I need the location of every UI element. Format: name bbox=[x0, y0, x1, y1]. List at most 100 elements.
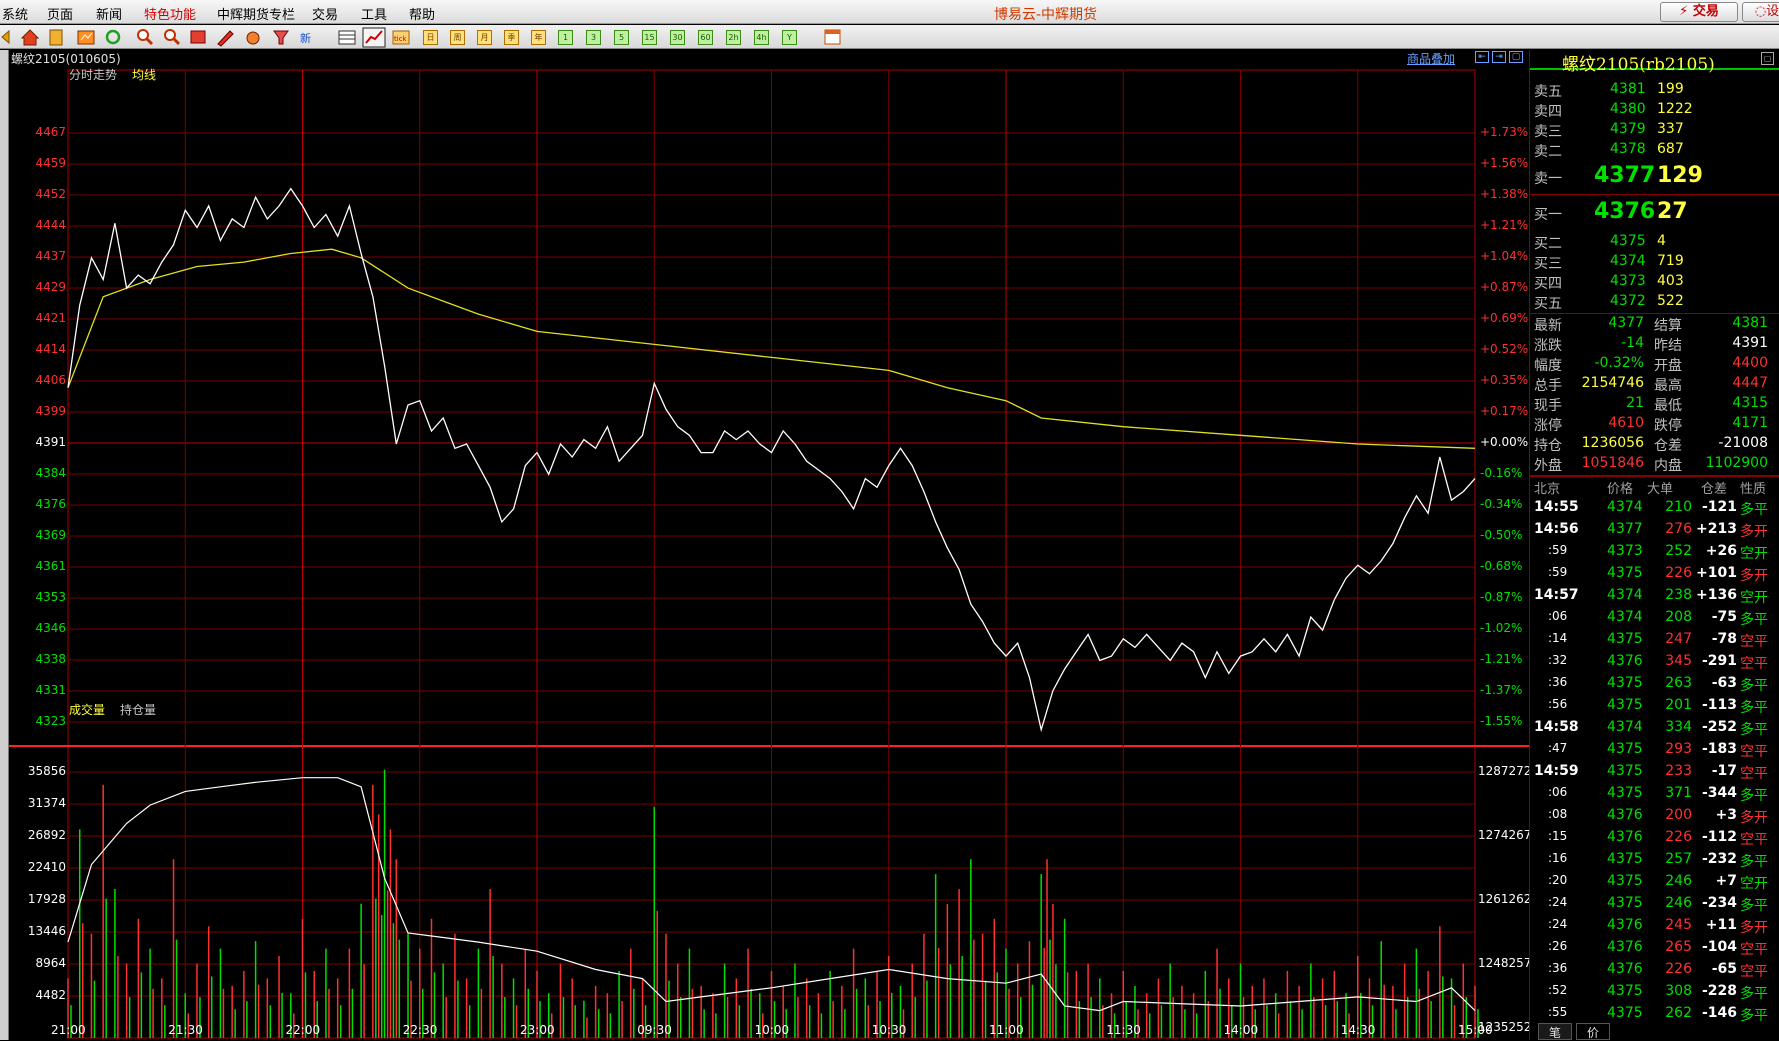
tick-volume: 262 bbox=[1665, 1005, 1692, 1021]
window-icon[interactable] bbox=[190, 30, 206, 44]
home-icon[interactable] bbox=[20, 29, 40, 46]
period-button-0[interactable]: 日 bbox=[423, 30, 438, 45]
tick-price: 4375 bbox=[1607, 851, 1643, 867]
intraday-icon[interactable] bbox=[362, 27, 386, 48]
pct-tick-label: +0.87% bbox=[1480, 280, 1529, 294]
trade-button[interactable]: ⚡ 交易 bbox=[1660, 2, 1738, 22]
menu-tools[interactable]: 工具 bbox=[361, 4, 387, 23]
tick-volume: 371 bbox=[1665, 785, 1692, 801]
refresh-icon[interactable] bbox=[105, 29, 121, 45]
tick-volume: 276 bbox=[1665, 521, 1692, 537]
ask-volume: 687 bbox=[1657, 141, 1684, 157]
table-icon[interactable] bbox=[338, 30, 356, 45]
chart-icon[interactable] bbox=[77, 30, 95, 45]
period-button-13[interactable]: Y bbox=[782, 30, 797, 45]
menu-help[interactable]: 帮助 bbox=[409, 4, 435, 23]
settings-button[interactable]: ◌设 bbox=[1742, 2, 1779, 22]
pen-icon[interactable] bbox=[217, 30, 234, 47]
bid-price: 4374 bbox=[1610, 253, 1646, 269]
tick-oi-change: +213 bbox=[1696, 521, 1737, 537]
period-button-2[interactable]: 月 bbox=[477, 30, 492, 45]
tick-price: 4374 bbox=[1607, 719, 1643, 735]
menu-features[interactable]: 特色功能 bbox=[144, 4, 196, 23]
tick-price: 4374 bbox=[1607, 587, 1643, 603]
pct-tick-label: -0.16% bbox=[1480, 466, 1523, 480]
chart-area[interactable]: 螺纹2105(010605) 商品叠加 ⇤ ⇥ ▢ 分时走势 均线 成交量 持仓… bbox=[9, 50, 1531, 1040]
pct-tick-label: -1.02% bbox=[1480, 621, 1523, 635]
quote-maximize-icon[interactable]: ▢ bbox=[1761, 52, 1774, 65]
panel-title-avg: 均线 bbox=[132, 68, 157, 82]
period-button-3[interactable]: 季 bbox=[504, 30, 519, 45]
back-icon[interactable] bbox=[1, 29, 10, 45]
period-button-10[interactable]: 60 bbox=[698, 30, 713, 45]
tick-price: 4376 bbox=[1607, 807, 1643, 823]
price-tick-label: 4421 bbox=[35, 311, 66, 325]
menu-news[interactable]: 新闻 bbox=[96, 4, 122, 23]
period-button-5[interactable]: 1 bbox=[558, 30, 573, 45]
calendar-icon[interactable] bbox=[822, 25, 846, 49]
pct-tick-label: -0.34% bbox=[1480, 497, 1523, 511]
intraday-chart[interactable] bbox=[9, 50, 1529, 1040]
menu-zhonghui-column[interactable]: 中辉期货专栏 bbox=[217, 4, 295, 23]
left-tab-strip[interactable] bbox=[0, 50, 9, 1040]
bottom-tab-0[interactable]: 笔 bbox=[1538, 1023, 1572, 1040]
period-button-8[interactable]: 15 bbox=[642, 30, 657, 45]
pct-tick-label: +1.04% bbox=[1480, 249, 1529, 263]
ask1-row: 卖一 4377 129 bbox=[1530, 160, 1779, 192]
period-button-4[interactable]: 年 bbox=[531, 30, 546, 45]
tick-time: :59 bbox=[1548, 565, 1568, 579]
period-button-12[interactable]: 4h bbox=[754, 30, 769, 45]
stat-value: 2154746 bbox=[1581, 375, 1644, 391]
filter-icon[interactable] bbox=[273, 30, 289, 45]
price-tick-label: 4414 bbox=[35, 342, 66, 356]
period-button-11[interactable]: 2h bbox=[726, 30, 741, 45]
zoom-out-icon[interactable] bbox=[164, 29, 181, 46]
tick-icon[interactable]: tick bbox=[392, 30, 410, 45]
tick-oi-change: -112 bbox=[1701, 829, 1737, 845]
split-right-icon[interactable]: ⇥ bbox=[1492, 51, 1506, 63]
time-tick-label: 23:00 bbox=[520, 1023, 555, 1037]
tick-row: :06 4374 208 -75 多平 bbox=[1530, 606, 1779, 628]
stat-row: 总手 2154746 最高 4447 bbox=[1530, 372, 1779, 394]
svg-text:tick: tick bbox=[394, 35, 408, 43]
bid-row: 买四 4373 403 bbox=[1530, 270, 1779, 292]
price-tick-label: 4429 bbox=[35, 280, 66, 294]
tick-row: 14:56 4377 276 +213 多开 bbox=[1530, 518, 1779, 540]
menu-page[interactable]: 页面 bbox=[47, 4, 73, 23]
ask-row: 卖三 4379 337 bbox=[1530, 118, 1779, 140]
period-button-7[interactable]: 5 bbox=[614, 30, 629, 45]
tick-volume: 293 bbox=[1665, 741, 1692, 757]
tick-row: :24 4375 246 -234 多平 bbox=[1530, 892, 1779, 914]
tick-row: :06 4375 371 -344 多平 bbox=[1530, 782, 1779, 804]
overlay-commodity-link[interactable]: 商品叠加 bbox=[1407, 50, 1455, 67]
stat-label: 外盘 bbox=[1534, 458, 1562, 474]
period-button-6[interactable]: 3 bbox=[586, 30, 601, 45]
price-tick-label: 4376 bbox=[35, 497, 66, 511]
tick-price: 4375 bbox=[1607, 741, 1643, 757]
period-button-9[interactable]: 30 bbox=[670, 30, 685, 45]
split-left-icon[interactable]: ⇤ bbox=[1475, 51, 1489, 63]
tick-volume: 226 bbox=[1665, 829, 1692, 845]
period-button-1[interactable]: 周 bbox=[450, 30, 465, 45]
price-tick-label: 4391 bbox=[35, 435, 66, 449]
tick-time: :36 bbox=[1548, 675, 1568, 689]
maximize-icon[interactable]: ▢ bbox=[1509, 51, 1523, 63]
price-tick-label: 4452 bbox=[35, 187, 66, 201]
tick-time: :06 bbox=[1548, 785, 1568, 799]
zoom-in-icon[interactable] bbox=[137, 29, 154, 46]
menu-trade[interactable]: 交易 bbox=[312, 4, 338, 23]
menu-system[interactable]: 系统 bbox=[2, 4, 28, 23]
stat-value: 4377 bbox=[1608, 315, 1644, 331]
ask1-label: 卖一 bbox=[1534, 171, 1562, 187]
tick-nature: 空平 bbox=[1740, 766, 1768, 782]
notebook-icon[interactable] bbox=[49, 29, 63, 46]
bottom-tab-1[interactable]: 价 bbox=[1576, 1023, 1610, 1040]
tick-nature: 多平 bbox=[1740, 700, 1768, 716]
tick-nature: 多平 bbox=[1740, 1008, 1768, 1024]
tick-volume: 208 bbox=[1665, 609, 1692, 625]
tick-nature: 多平 bbox=[1740, 678, 1768, 694]
palette-icon[interactable] bbox=[246, 31, 260, 45]
settings-button-label: 设 bbox=[1766, 4, 1779, 19]
new-icon[interactable]: 新 bbox=[300, 31, 311, 45]
tick-price: 4374 bbox=[1607, 609, 1643, 625]
